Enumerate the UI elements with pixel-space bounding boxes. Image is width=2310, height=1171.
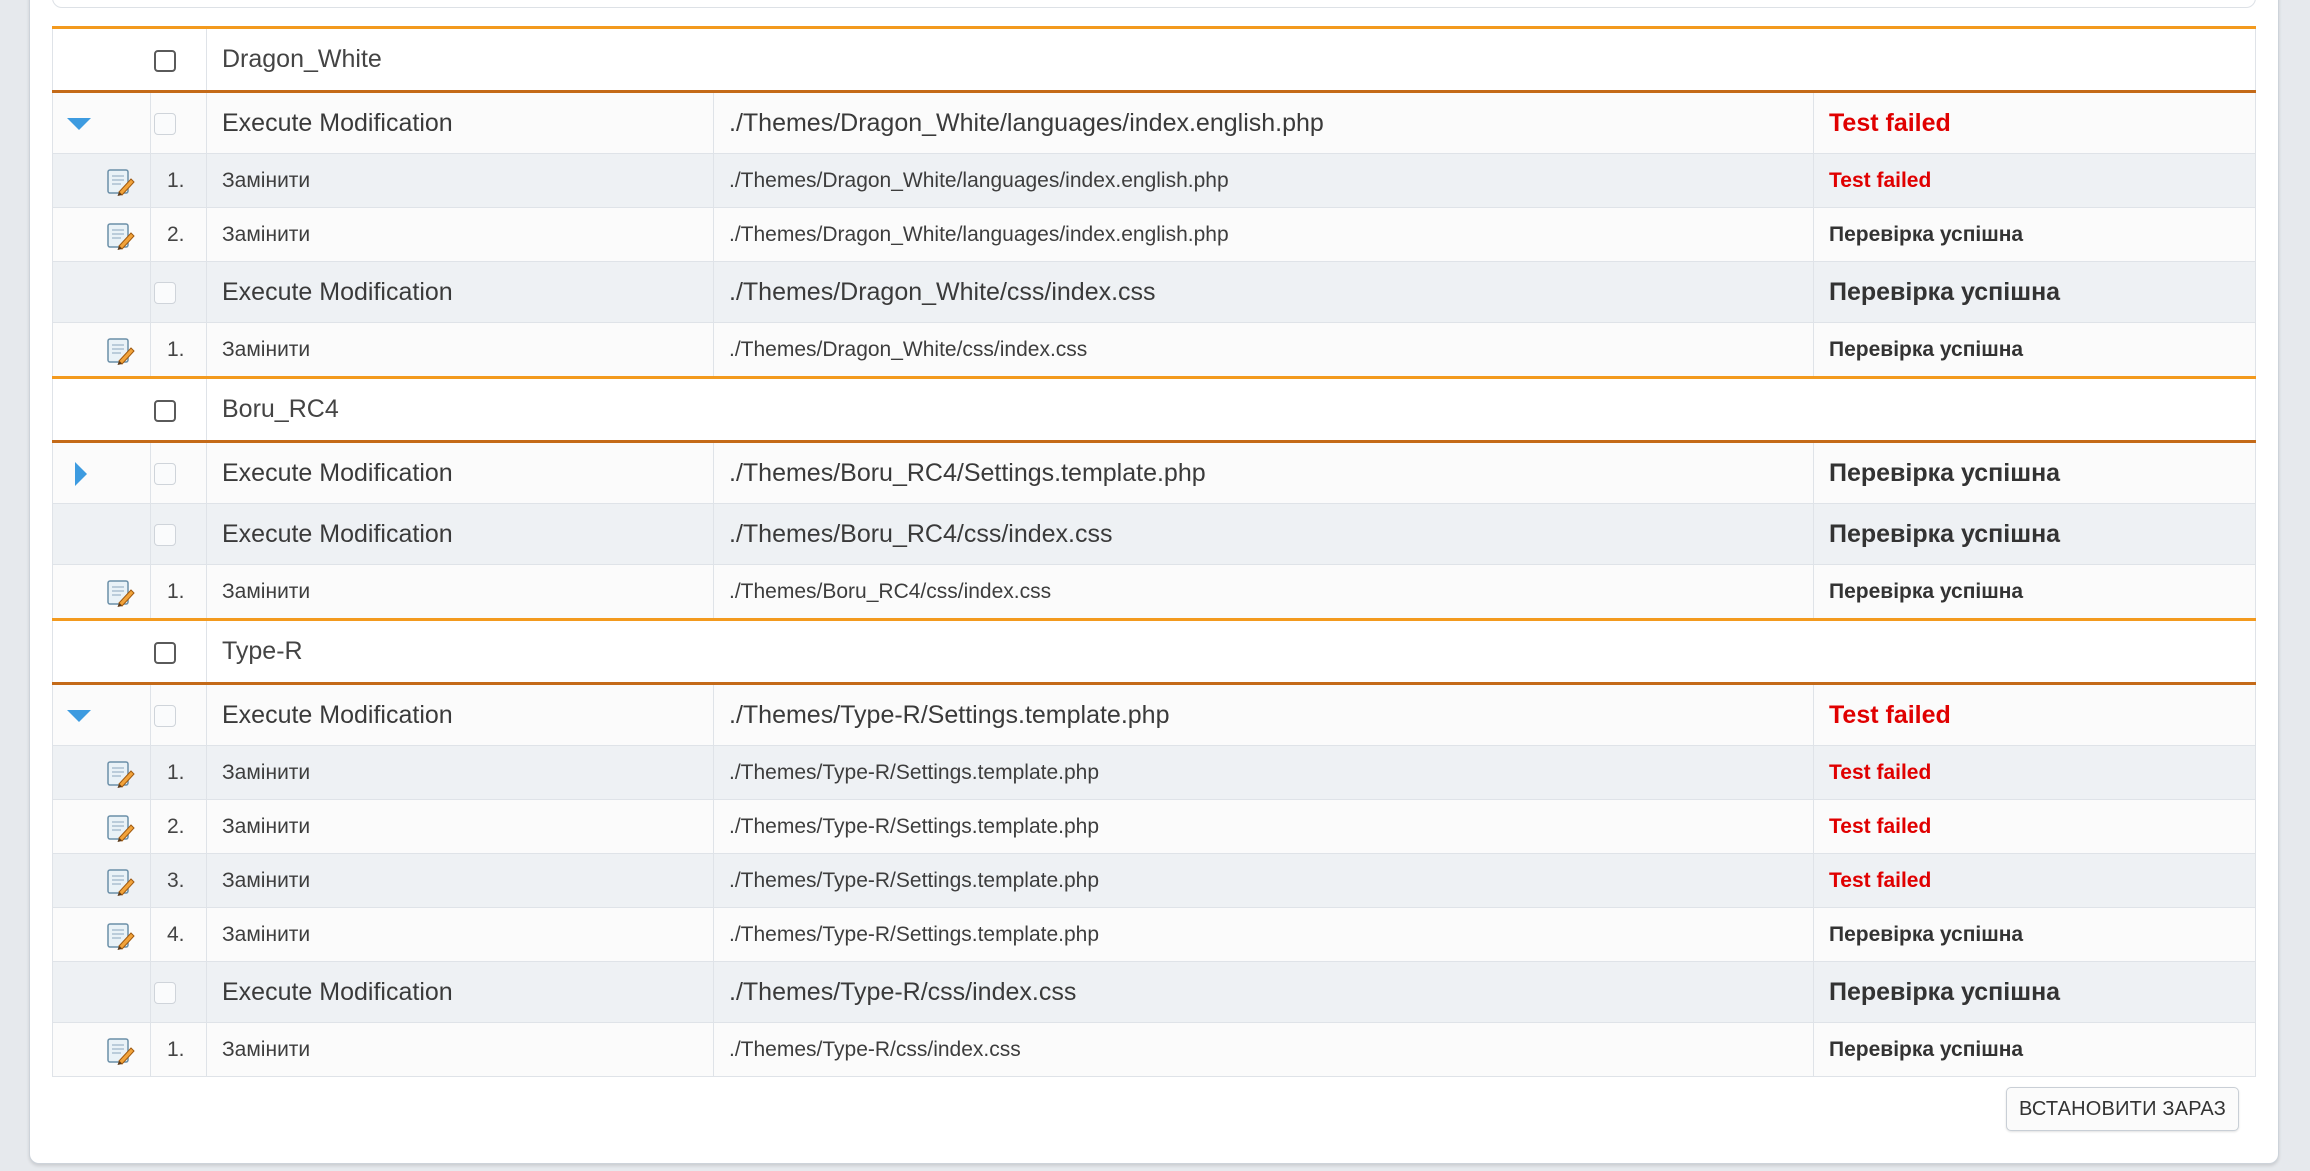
execute-modification-row: Execute Modification ./Themes/Type-R/Sett… (52, 683, 2257, 746)
operation-action: Замінити (206, 1022, 714, 1077)
operation-row: 1. Замінити ./Themes/Dragon_White/language… (52, 153, 2257, 208)
operation-path: ./Themes/Type-R/Settings.template.php (713, 799, 1814, 854)
status-text: Test failed (1812, 853, 2257, 908)
status-text: Перевірка успішна (1812, 503, 2257, 565)
execute-modification-row: Execute Modification ./Themes/Dragon_Whit… (52, 261, 2257, 323)
edit-icon[interactable] (105, 335, 135, 365)
status-text: Test failed (1812, 153, 2257, 208)
edit-icon[interactable] (105, 758, 135, 788)
execute-modification-row: Execute Modification ./Themes/Boru_RC4/Se… (52, 441, 2257, 504)
operation-row: 1. Замінити ./Themes/Type-R/Settings.templ… (52, 745, 2257, 800)
status-text: Перевірка успішна (1812, 961, 2257, 1023)
operation-number: 3. (150, 853, 207, 908)
operation-path: ./Themes/Type-R/Settings.template.php (713, 853, 1814, 908)
file-path: ./Themes/Boru_RC4/css/index.css (713, 503, 1814, 565)
collapse-toggle-icon[interactable] (67, 710, 91, 723)
operation-path: ./Themes/Dragon_White/css/index.css (713, 322, 1814, 378)
file-action-label: Execute Modification (206, 961, 714, 1023)
status-text: Перевірка успішна (1812, 441, 2257, 504)
status-text: Test failed (1812, 683, 2257, 746)
status-text: Test failed (1812, 91, 2257, 154)
theme-row: Boru_RC4 (52, 376, 2257, 443)
theme-name: Dragon_White (205, 26, 2257, 93)
file-checkbox[interactable] (154, 282, 176, 305)
status-text: Перевірка успішна (1812, 1022, 2257, 1077)
edit-icon[interactable] (105, 866, 135, 896)
theme-row: Dragon_White (52, 26, 2257, 93)
operation-action: Замінити (206, 564, 714, 620)
operation-number: 2. (150, 207, 207, 262)
operation-path: ./Themes/Dragon_White/languages/index.en… (713, 207, 1814, 262)
theme-checkbox[interactable] (153, 641, 176, 664)
status-text: Test failed (1812, 799, 2257, 854)
edit-icon[interactable] (105, 220, 135, 250)
execute-modification-row: Execute Modification ./Themes/Dragon_Whit… (52, 91, 2257, 154)
operation-action: Замінити (206, 799, 714, 854)
edit-icon[interactable] (105, 1035, 135, 1065)
file-action-label: Execute Modification (206, 91, 714, 154)
modification-table: Dragon_White Execute Modification ./Themes… (52, 26, 2257, 1077)
status-text: Перевірка успішна (1812, 322, 2257, 378)
operation-path: ./Themes/Type-R/css/index.css (713, 1022, 1814, 1077)
file-path: ./Themes/Dragon_White/languages/index.en… (713, 91, 1814, 154)
operation-row: 1. Замінити ./Themes/Type-R/css/index.css П… (52, 1022, 2257, 1077)
expand-toggle-icon[interactable] (75, 462, 87, 487)
file-checkbox[interactable] (154, 463, 176, 486)
file-path: ./Themes/Boru_RC4/Settings.template.php (713, 441, 1814, 504)
operation-number: 4. (150, 907, 207, 962)
operation-row: 4. Замінити ./Themes/Type-R/Settings.templ… (52, 907, 2257, 962)
operation-path: ./Themes/Type-R/Settings.template.php (713, 907, 1814, 962)
operation-number: 1. (150, 322, 207, 378)
file-path: ./Themes/Dragon_White/css/index.css (713, 261, 1814, 323)
status-text: Перевірка успішна (1812, 207, 2257, 262)
operation-number: 1. (150, 1022, 207, 1077)
file-action-label: Execute Modification (206, 441, 714, 504)
execute-modification-row: Execute Modification ./Themes/Type-R/css/… (52, 961, 2257, 1023)
file-path: ./Themes/Type-R/css/index.css (713, 961, 1814, 1023)
top-box-edge (52, 0, 2256, 8)
theme-checkbox[interactable] (153, 399, 176, 422)
operation-action: Замінити (206, 853, 714, 908)
operation-path: ./Themes/Dragon_White/languages/index.en… (713, 153, 1814, 208)
file-action-label: Execute Modification (206, 261, 714, 323)
file-action-label: Execute Modification (206, 503, 714, 565)
edit-icon[interactable] (105, 920, 135, 950)
file-path: ./Themes/Type-R/Settings.template.php (713, 683, 1814, 746)
file-checkbox[interactable] (154, 524, 176, 547)
edit-icon[interactable] (105, 812, 135, 842)
execute-modification-row: Execute Modification ./Themes/Boru_RC4/cs… (52, 503, 2257, 565)
collapse-toggle-icon[interactable] (67, 118, 91, 131)
operation-number: 1. (150, 153, 207, 208)
operation-action: Замінити (206, 745, 714, 800)
theme-checkbox[interactable] (153, 49, 176, 72)
file-checkbox[interactable] (154, 113, 176, 136)
operation-action: Замінити (206, 153, 714, 208)
status-text: Перевірка успішна (1812, 564, 2257, 620)
operation-row: 1. Замінити ./Themes/Boru_RC4/css/index.cs… (52, 564, 2257, 620)
theme-name: Boru_RC4 (205, 376, 2257, 443)
file-checkbox[interactable] (154, 982, 176, 1005)
status-text: Перевірка успішна (1812, 907, 2257, 962)
edit-icon[interactable] (105, 577, 135, 607)
operation-path: ./Themes/Type-R/Settings.template.php (713, 745, 1814, 800)
status-text: Test failed (1812, 745, 2257, 800)
status-text: Перевірка успішна (1812, 261, 2257, 323)
theme-name: Type-R (205, 618, 2257, 685)
file-checkbox[interactable] (154, 705, 176, 728)
operation-number: 2. (150, 799, 207, 854)
operation-row: 2. Замінити ./Themes/Type-R/Settings.templ… (52, 799, 2257, 854)
operation-row: 1. Замінити ./Themes/Dragon_White/css/inde… (52, 322, 2257, 378)
operation-action: Замінити (206, 207, 714, 262)
operation-action: Замінити (206, 322, 714, 378)
operation-path: ./Themes/Boru_RC4/css/index.css (713, 564, 1814, 620)
operation-row: 2. Замінити ./Themes/Dragon_White/language… (52, 207, 2257, 262)
install-now-button[interactable]: ВСТАНОВИТИ ЗАРАЗ (2006, 1087, 2239, 1131)
operation-row: 3. Замінити ./Themes/Type-R/Settings.templ… (52, 853, 2257, 908)
file-action-label: Execute Modification (206, 683, 714, 746)
theme-row: Type-R (52, 618, 2257, 685)
edit-icon[interactable] (105, 166, 135, 196)
operation-number: 1. (150, 745, 207, 800)
operation-number: 1. (150, 564, 207, 620)
operation-action: Замінити (206, 907, 714, 962)
